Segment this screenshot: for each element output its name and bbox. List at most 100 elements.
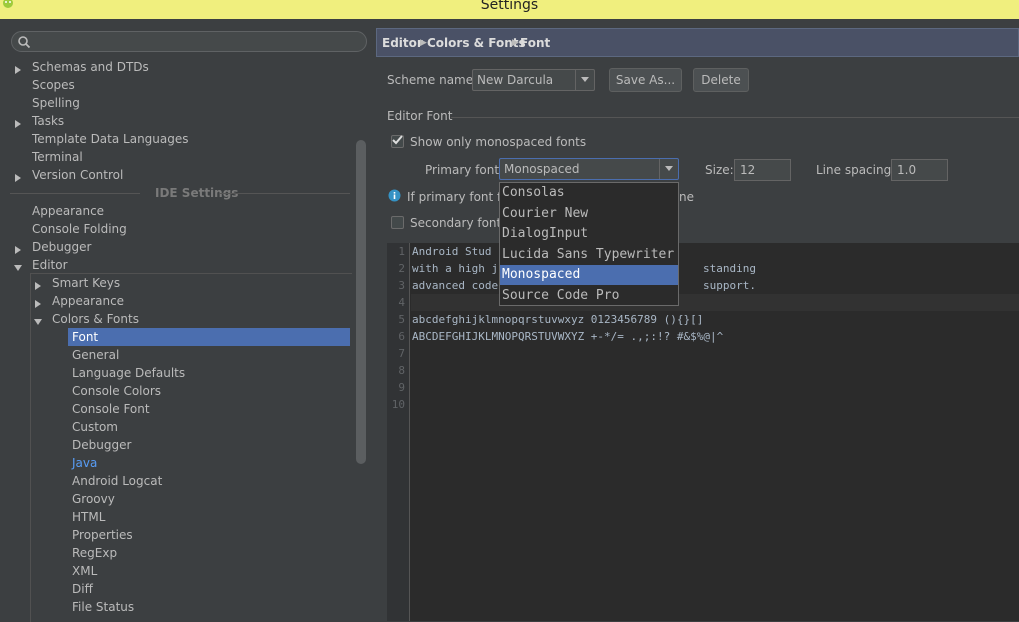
divider [220,193,350,194]
tree-item-xml[interactable]: XML [72,562,97,580]
tree-item-groovy[interactable]: Groovy [72,490,115,508]
line-spacing-field[interactable]: 1.0 [891,159,948,181]
line-number: 1 [398,245,405,258]
line-number: 4 [398,296,405,309]
breadcrumb-item-font[interactable]: Font [520,36,550,50]
tree-item-schemas-and-dtds[interactable]: Schemas and DTDs [32,58,149,76]
chevron-down-icon[interactable] [575,70,594,90]
tree-item-html[interactable]: HTML [72,508,105,526]
settings-content-panel: Editor ▶ Colors & Fonts ▶ Font Scheme na… [376,28,1019,621]
tree-item-console-font[interactable]: Console Font [72,400,150,418]
font-option-consolas[interactable]: Consolas [500,183,678,203]
tree-item-java[interactable]: Java [72,454,97,472]
font-preview-editor[interactable]: 1 2 3 4 5 6 7 8 9 10 Android Stud with a high j adv… [387,243,1019,621]
expand-arrow-right-icon[interactable] [34,297,42,308]
line-number: 9 [398,381,405,394]
secondary-font-checkbox[interactable] [391,216,404,229]
tree-item-label: Smart Keys [52,276,121,290]
primary-font-combo[interactable]: Monospaced [499,158,679,180]
tree-item-colors-fonts[interactable]: Colors & Fonts [52,310,139,328]
tree-item-general[interactable]: General [72,346,119,364]
breadcrumb-item-colors-fonts[interactable]: Colors & Fonts [427,36,526,50]
expand-arrow-right-icon[interactable] [14,243,22,254]
expand-arrow-down-icon[interactable] [14,261,22,271]
settings-search-input[interactable] [11,31,367,52]
secondary-font-label[interactable]: Secondary font: [410,216,505,230]
tree-item-regexp[interactable]: RegExp [72,544,117,562]
font-option-lucida-sans-typewriter[interactable]: Lucida Sans Typewriter [500,245,678,265]
line-number-gutter: 1 2 3 4 5 6 7 8 9 10 [387,243,410,621]
tree-item-tasks[interactable]: Tasks [32,112,64,130]
tree-item-label: Template Data Languages [32,132,189,146]
chevron-down-icon[interactable] [659,159,678,179]
save-as-button[interactable]: Save As... [609,68,682,92]
tree-scrollbar[interactable] [356,140,366,464]
code-line: advanced code [412,279,499,292]
breadcrumb-separator-icon: ▶ [512,38,519,48]
tree-item-appearance[interactable]: Appearance [32,202,104,220]
tree-item-label: Version Control [32,168,124,182]
scheme-name-combo[interactable]: New Darcula [472,69,595,91]
tree-item-scopes[interactable]: Scopes [32,76,75,94]
tree-item-label: XML [72,564,98,578]
tree-item-label: General [72,348,120,362]
fallback-info-text: If primary font fai [407,190,512,204]
font-option-courier-new[interactable]: Courier New [500,204,678,224]
tree-item-properties[interactable]: Properties [72,526,133,544]
line-number: 5 [398,313,405,326]
expand-arrow-right-icon[interactable] [14,117,22,128]
tree-item-label: Console Font [72,402,150,416]
tree-item-debugger[interactable]: Debugger [32,238,91,256]
settings-tree: Schemas and DTDs Scopes Spelling Tasks Templ… [0,58,370,622]
line-number: 2 [398,262,405,275]
scheme-name-value: New Darcula [477,73,554,87]
tree-item-spelling[interactable]: Spelling [32,94,80,112]
tree-item-language-defaults[interactable]: Language Defaults [72,364,185,382]
delete-button[interactable]: Delete [693,68,749,92]
tree-item-file-status[interactable]: File Status [72,598,134,616]
size-field[interactable]: 12 [734,159,791,181]
tree-item-terminal[interactable]: Terminal [32,148,83,166]
tree-item-label: Scopes [32,78,75,92]
primary-font-dropdown-list[interactable]: Consolas Courier New DialogInput Lucida San… [499,182,679,306]
tree-item-template-data-languages[interactable]: Template Data Languages [32,130,189,148]
expand-arrow-right-icon[interactable] [14,171,22,182]
tree-item-diff[interactable]: Diff [72,580,93,598]
expand-arrow-right-icon[interactable] [34,279,42,290]
expand-arrow-down-icon[interactable] [34,315,42,325]
tree-item-smart-keys[interactable]: Smart Keys [52,274,120,292]
line-spacing-label: Line spacing: [816,163,896,177]
tree-item-label: Schemas and DTDs [32,60,149,74]
code-line: abcdefghijklmnopqrstuvwxyz 0123456789 ()… [412,313,704,326]
tree-item-label: Console Folding [32,222,127,236]
font-option-monospaced[interactable]: Monospaced [500,265,678,285]
show-mono-label[interactable]: Show only monospaced fonts [410,135,586,149]
tree-item-label: Java [72,456,98,470]
font-option-dialoginput[interactable]: DialogInput [500,224,678,244]
tree-item-android-logcat[interactable]: Android Logcat [72,472,162,490]
group-divider [451,117,1019,118]
line-number: 6 [398,330,405,343]
code-line: ABCDEFGHIJKLMNOPQRSTUVWXYZ +-*/= .,;:!? … [412,330,724,343]
tree-item-debugger[interactable]: Debugger [72,436,131,454]
tree-item-console-colors[interactable]: Console Colors [72,382,161,400]
title-bar: Settings [0,0,1019,19]
tree-item-version-control[interactable]: Version Control [32,166,123,184]
tree-item-appearance[interactable]: Appearance [52,292,124,310]
search-icon [18,36,31,49]
line-number: 7 [398,347,405,360]
breadcrumb: Editor ▶ Colors & Fonts ▶ Font [376,28,1019,57]
tree-item-custom[interactable]: Custom [72,418,118,436]
tree-item-label: Font [72,330,99,344]
tree-item-label: Editor [32,258,68,272]
breadcrumb-item-editor[interactable]: Editor [382,36,423,50]
expand-arrow-right-icon[interactable] [14,63,22,74]
show-mono-checkbox[interactable] [391,135,404,148]
tree-item-label: HTML [72,510,106,524]
tree-item-font[interactable]: Font [68,328,350,346]
tree-item-label: Language Defaults [72,366,186,380]
font-option-source-code-pro[interactable]: Source Code Pro [500,286,678,306]
editor-font-group-title: Editor Font [387,109,453,123]
tree-item-editor[interactable]: Editor [32,256,68,274]
tree-item-console-folding[interactable]: Console Folding [32,220,127,238]
